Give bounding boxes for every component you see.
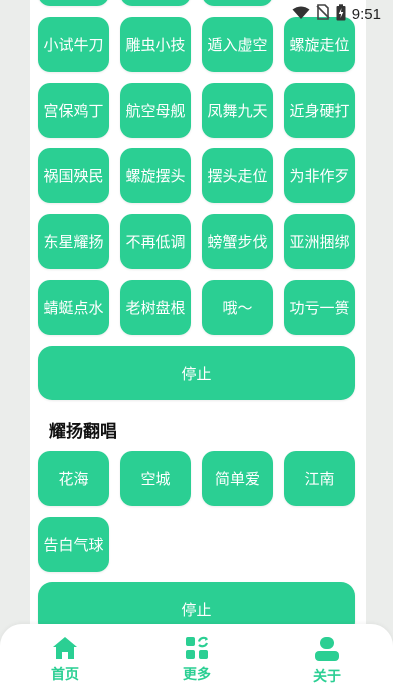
song-button[interactable]: 江南 bbox=[284, 451, 355, 506]
sound-button[interactable]: 老树盘根 bbox=[120, 280, 191, 335]
sound-button[interactable]: 近身硬打 bbox=[284, 83, 355, 138]
sound-button[interactable]: 亚洲捆绑 bbox=[284, 214, 355, 269]
sound-button[interactable]: 螃蟹步伐 bbox=[202, 214, 273, 269]
sound-button[interactable]: 摆头走位 bbox=[202, 148, 273, 203]
sound-button[interactable]: 凤舞九天 bbox=[202, 83, 273, 138]
wifi-icon bbox=[292, 5, 310, 24]
song-button[interactable]: 告白气球 bbox=[38, 517, 109, 572]
nav-item-more[interactable]: 更多 bbox=[157, 624, 237, 700]
sound-button[interactable]: 航空母舰 bbox=[120, 83, 191, 138]
sound-button[interactable]: 蜻蜓点水 bbox=[38, 280, 109, 335]
sound-button[interactable]: 螺旋摆头 bbox=[120, 148, 191, 203]
bottom-nav: 首页 更多 关于 bbox=[0, 624, 393, 700]
sound-button[interactable]: 为非作歹 bbox=[284, 148, 355, 203]
nav-item-home[interactable]: 首页 bbox=[25, 624, 105, 700]
user-icon bbox=[315, 637, 339, 661]
nav-item-about[interactable]: 关于 bbox=[287, 624, 367, 700]
song-button[interactable]: 花海 bbox=[38, 451, 109, 506]
nav-label-home: 首页 bbox=[51, 667, 79, 683]
nav-label-about: 关于 bbox=[313, 669, 341, 685]
sound-button[interactable]: 宫保鸡丁 bbox=[38, 83, 109, 138]
status-bar: 9:51 bbox=[0, 0, 393, 28]
apps-icon bbox=[186, 636, 209, 659]
sound-button[interactable]: 东星耀扬 bbox=[38, 214, 109, 269]
battery-charging-icon bbox=[336, 3, 346, 25]
nav-label-more: 更多 bbox=[183, 667, 211, 683]
sound-button[interactable]: 功亏一篑 bbox=[284, 280, 355, 335]
song-button[interactable]: 空城 bbox=[120, 451, 191, 506]
home-icon bbox=[53, 637, 77, 659]
sound-button[interactable]: 不再低调 bbox=[120, 214, 191, 269]
sound-button[interactable]: 哦～ bbox=[202, 280, 273, 335]
status-time: 9:51 bbox=[351, 5, 381, 23]
sound-button[interactable]: 祸国殃民 bbox=[38, 148, 109, 203]
song-button[interactable]: 简单爱 bbox=[202, 451, 273, 506]
stop-button[interactable]: 停止 bbox=[38, 346, 355, 400]
no-sim-icon bbox=[316, 4, 330, 24]
section-title: 耀扬翻唱 bbox=[49, 422, 117, 442]
